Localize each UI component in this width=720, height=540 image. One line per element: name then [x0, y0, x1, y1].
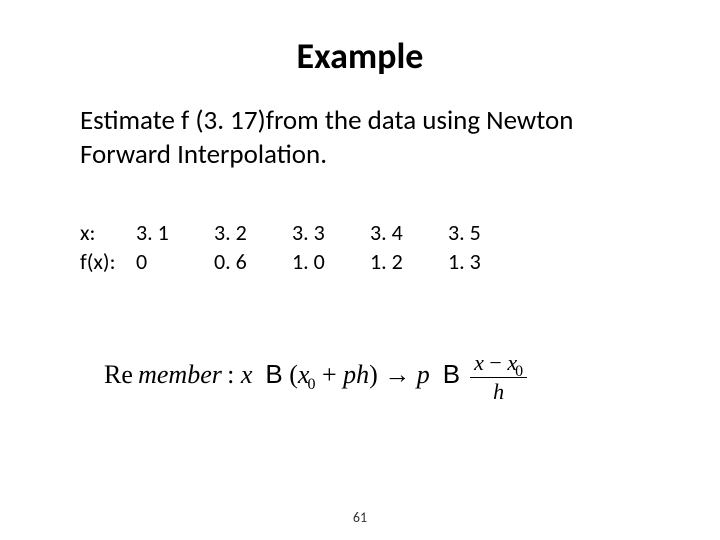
t: p: [417, 360, 430, 389]
numerator: x − x0: [470, 351, 527, 378]
arrow-icon: →: [384, 360, 410, 389]
cell: 3. 4: [370, 218, 448, 248]
t: h: [493, 379, 504, 404]
cell: 1. 0: [292, 247, 370, 277]
cell: 3. 3: [292, 218, 370, 248]
page-number: 61: [0, 509, 720, 526]
t: +: [322, 360, 337, 389]
t: −: [489, 350, 501, 375]
table-row-fx: f(x): 0 0. 6 1. 0 1. 2 1. 3: [80, 247, 640, 277]
t: :: [227, 360, 234, 389]
slide: Example Estimate f (3. 17)from the data …: [0, 0, 720, 540]
row-label-x: x:: [80, 218, 136, 248]
formula-text: Re member : x B (x0 + ph) → p B: [104, 359, 460, 390]
cell: 3. 5: [448, 218, 526, 248]
t: ): [369, 360, 378, 389]
fraction: x − x0 h: [470, 351, 527, 403]
t: (: [289, 360, 298, 389]
problem-statement: Estimate f (3. 17)from the data using Ne…: [80, 104, 640, 172]
t: x: [474, 350, 484, 375]
data-table: x: 3. 1 3. 2 3. 3 3. 4 3. 5 f(x): 0 0. 6…: [80, 218, 640, 277]
t: ph: [343, 360, 369, 389]
t: 0: [515, 363, 523, 380]
cell: 1. 3: [448, 247, 526, 277]
t: B: [443, 359, 460, 389]
row-label-fx: f(x):: [80, 247, 136, 277]
slide-title: Example: [80, 34, 640, 78]
t: B: [265, 359, 282, 389]
table-row-x: x: 3. 1 3. 2 3. 3 3. 4 3. 5: [80, 218, 640, 248]
t: x: [241, 360, 253, 389]
cell: 3. 2: [214, 218, 292, 248]
cell: 3. 1: [136, 218, 214, 248]
formula: Re member : x B (x0 + ph) → p B x − x0 h: [80, 349, 640, 401]
denominator: h: [493, 378, 504, 403]
t: Re: [104, 360, 133, 389]
cell: 1. 2: [370, 247, 448, 277]
cell: 0: [136, 247, 214, 277]
t: member: [138, 360, 222, 389]
t: 0: [307, 376, 315, 393]
cell: 0. 6: [214, 247, 292, 277]
